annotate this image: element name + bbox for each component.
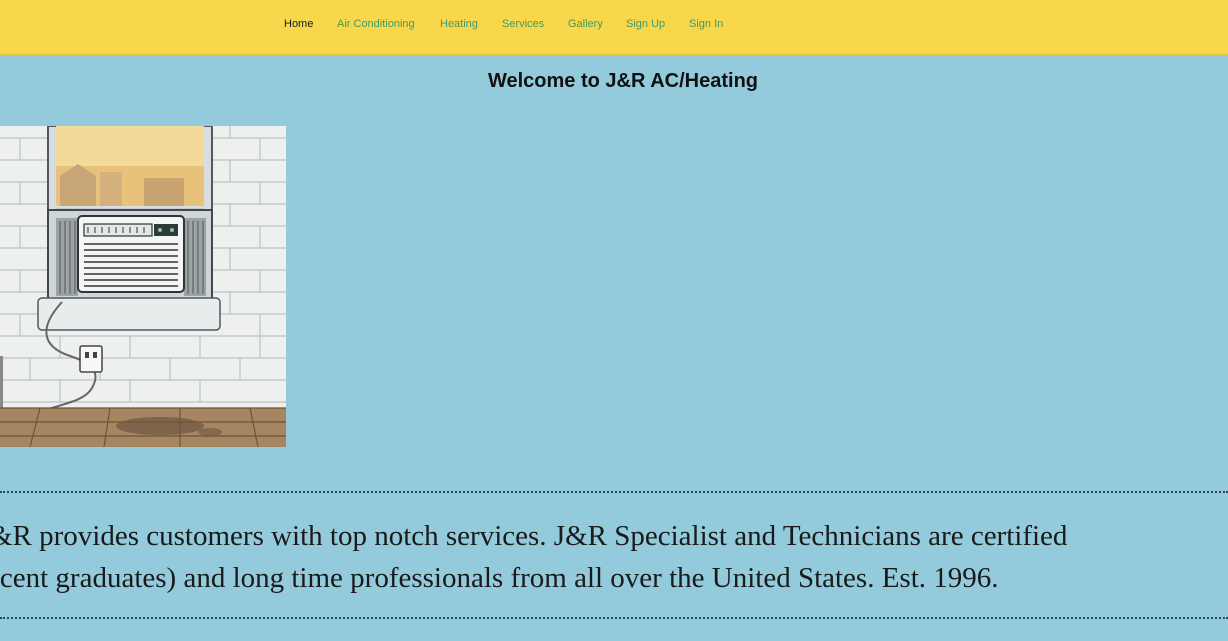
nav-link-heating[interactable]: Heating (440, 18, 478, 30)
page-title: Welcome to J&R AC/Heating (487, 70, 759, 92)
nav-link-sign-up[interactable]: Sign Up (626, 18, 665, 30)
nav-link-sign-in[interactable]: Sign In (689, 18, 723, 30)
nav-link-air-conditioning[interactable]: Air Conditioning (337, 18, 415, 30)
nav-link-gallery[interactable]: Gallery (568, 18, 603, 30)
nav-link-home[interactable]: Home (284, 18, 313, 30)
divider-top (0, 491, 1228, 493)
divider-bottom (0, 617, 1228, 619)
window-ac-hero-image (0, 126, 286, 447)
about-line-1: &R provides customers with top notch ser… (0, 520, 1068, 552)
nav-link-services[interactable]: Services (502, 18, 544, 30)
about-line-2: ecent graduates) and long time professio… (0, 562, 999, 594)
top-navbar: Home Air Conditioning Heating Services G… (0, 0, 1228, 55)
about-text: &R provides customers with top notch ser… (0, 515, 1228, 599)
